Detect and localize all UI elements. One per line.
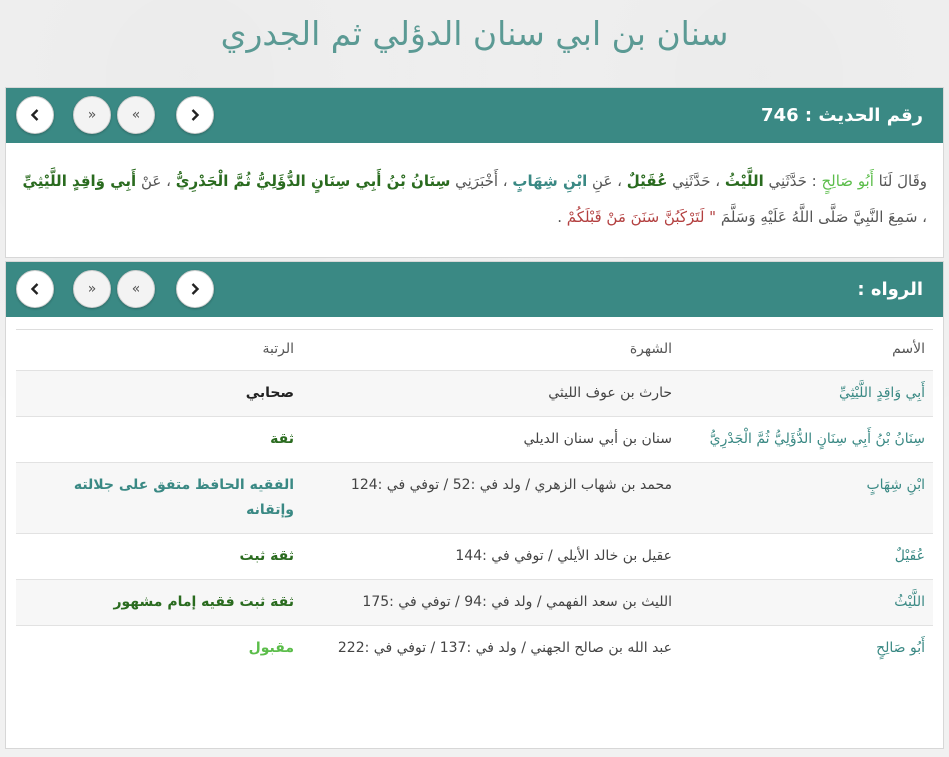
chevron-right-icon [191, 109, 200, 121]
hadith-card: رقم الحديث : 746 « » وقَالَ لَنَا أَبُو … [5, 87, 944, 258]
first-hadith-button[interactable]: » [117, 96, 155, 134]
column-header-rank: الرتبة [16, 329, 302, 371]
narrator-rank: صحابي [245, 385, 294, 401]
narrator-fame: سنان بن أبي سنان الديلي [523, 431, 672, 447]
narrator-link-abu-salih[interactable]: أَبُو صَالِحٍ [821, 172, 873, 190]
hadith-text-part: ، أَخْبَرَنِي [450, 172, 513, 190]
next-button[interactable] [16, 270, 54, 308]
next-hadith-button[interactable] [16, 96, 54, 134]
hadith-navigation: « » [16, 96, 216, 134]
table-row: عُقَيْلٌ عقيل بن خالد الأيلي / توفي في :… [16, 533, 933, 580]
chevron-right-icon [191, 283, 200, 295]
narrator-name-link[interactable]: أَبِي وَاقِدٍ اللَّيْثِيِّ [680, 371, 933, 417]
table-row: سِنَانُ بْنُ أَبِي سِنَانٍ الدُّؤَلِيُّ … [16, 416, 933, 463]
narrators-navigation: « » [16, 270, 216, 308]
hadith-matn: " لَتَرْكَبُنَّ سَنَنَ مَنْ قَبْلَكُمْ [566, 208, 717, 226]
narrator-fame: حارث بن عوف الليثي [548, 385, 672, 401]
narrators-table: الأسم الشهرة الرتبة أَبِي وَاقِدٍ اللَّي… [16, 329, 933, 671]
narrator-link-al-layth[interactable]: اللَّيْثُ [725, 172, 764, 190]
narrator-rank: ثقة ثبت فقيه إمام مشهور [113, 594, 294, 610]
double-chevron-right-icon: » [131, 281, 141, 297]
hadith-text-part: ، حَدَّثَنِي [667, 172, 725, 190]
hadith-number-title: رقم الحديث : 746 [761, 105, 923, 126]
column-header-name: الأسم [680, 329, 933, 371]
narrator-name-link[interactable]: عُقَيْلٌ [680, 534, 933, 580]
narrator-fame: عبد الله بن صالح الجهني / ولد في :137 / … [337, 640, 672, 656]
hadith-text-part: ، سَمِعَ النَّبِيَّ صَلَّى اللَّهُ عَلَي… [716, 208, 927, 226]
table-header-row: الأسم الشهرة الرتبة [16, 329, 933, 371]
hadith-text-part: ، عَنْ [136, 172, 176, 190]
first-button[interactable]: » [117, 270, 155, 308]
narrator-name-link[interactable]: سِنَانُ بْنُ أَبِي سِنَانٍ الدُّؤَلِيُّ … [680, 417, 933, 463]
narrators-card-header: الرواه : « » [6, 262, 943, 317]
hadith-card-header: رقم الحديث : 746 « » [6, 88, 943, 143]
narrator-rank: مقبول [248, 640, 294, 656]
last-button[interactable]: « [73, 270, 111, 308]
table-row: أَبِي وَاقِدٍ اللَّيْثِيِّ حارث بن عوف ا… [16, 370, 933, 417]
column-header-fame: الشهرة [302, 329, 680, 371]
narrator-name-link[interactable]: ابْنِ شِهَابٍ [680, 463, 933, 534]
narrator-fame: محمد بن شهاب الزهري / ولد في :52 / توفي … [350, 477, 672, 493]
narrator-fame: الليث بن سعد الفهمي / ولد في :94 / توفي … [362, 594, 672, 610]
double-chevron-right-icon: » [131, 107, 141, 123]
chevron-left-icon [30, 109, 39, 121]
last-hadith-button[interactable]: « [73, 96, 111, 134]
narrator-link-ibn-shihab[interactable]: ابْنِ شِهَابٍ [512, 172, 587, 190]
double-chevron-left-icon: « [87, 107, 97, 123]
hadith-text-part: وقَالَ لَنَا [873, 172, 927, 190]
narrator-name-link[interactable]: اللَّيْثُ [680, 580, 933, 626]
narrator-fame: عقيل بن خالد الأيلي / توفي في :144 [455, 548, 672, 564]
page-title: سنان بن ابي سنان الدؤلي ثم الجدري [220, 14, 729, 53]
double-chevron-left-icon: « [87, 281, 97, 297]
hadith-text-part: ، عَنِ [587, 172, 627, 190]
narrator-link-uqayl[interactable]: عُقَيْلٌ [627, 172, 668, 190]
narrator-link-sinan[interactable]: سِنَانُ بْنُ أَبِي سِنَانٍ الدُّؤَلِيُّ … [176, 172, 451, 190]
narrator-rank: الفقيه الحافظ متفق على جلالته وإتقانه [73, 477, 294, 518]
narrators-card: الرواه : « » الأسم الشهرة الرتبة أَبِي و… [5, 261, 944, 749]
narrator-link-abu-waqid[interactable]: أَبِي وَاقِدٍ اللَّيْثِيِّ [23, 172, 137, 190]
hadith-text: وقَالَ لَنَا أَبُو صَالِحٍ : حَدَّثَنِي … [6, 143, 943, 235]
table-row: ابْنِ شِهَابٍ محمد بن شهاب الزهري / ولد … [16, 462, 933, 534]
previous-button[interactable] [176, 270, 214, 308]
narrators-title: الرواه : [857, 279, 923, 300]
hadith-text-part: . [557, 208, 567, 226]
table-row: اللَّيْثُ الليث بن سعد الفهمي / ولد في :… [16, 579, 933, 626]
narrator-name-link[interactable]: أَبُو صَالِحٍ [680, 626, 933, 672]
previous-hadith-button[interactable] [176, 96, 214, 134]
hadith-text-part: : حَدَّثَنِي [763, 172, 822, 190]
narrator-rank: ثقة [270, 431, 294, 447]
table-row: أَبُو صَالِحٍ عبد الله بن صالح الجهني / … [16, 625, 933, 672]
narrator-rank: ثقة ثبت [239, 548, 295, 564]
chevron-left-icon [30, 283, 39, 295]
